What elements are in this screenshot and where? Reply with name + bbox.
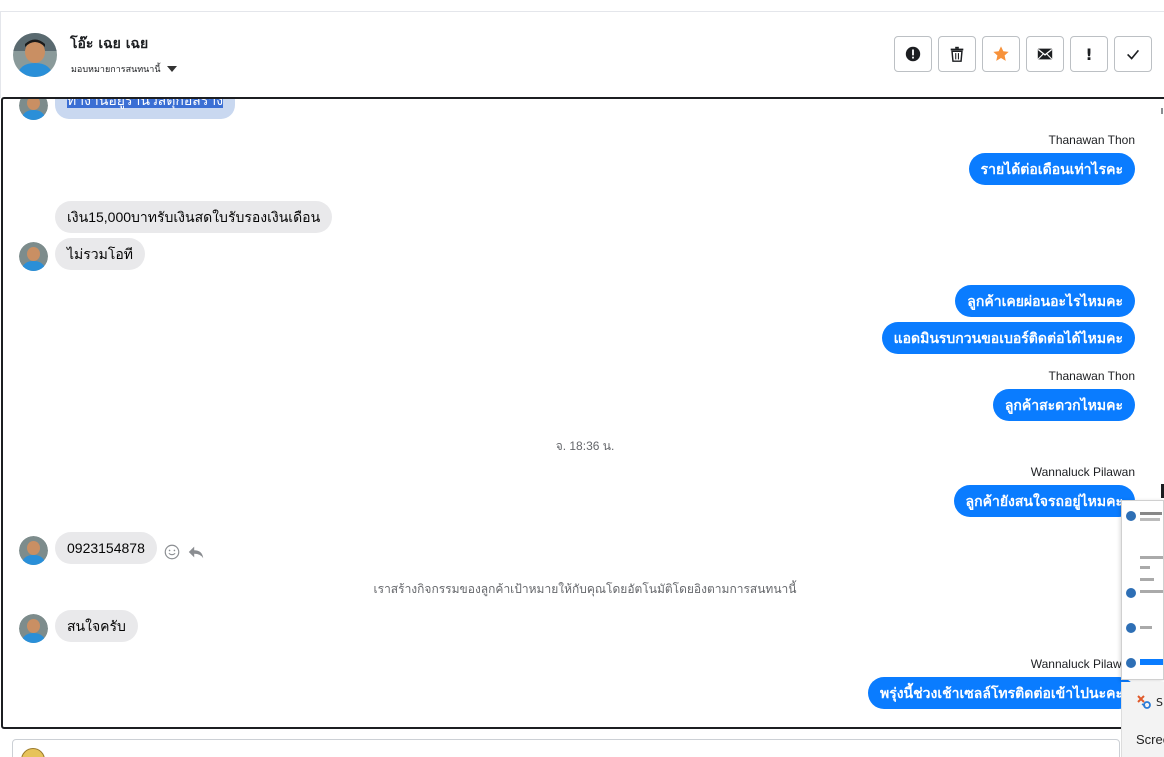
caret-down-icon <box>166 66 177 72</box>
snip-header: S <box>1136 694 1163 710</box>
checkmark-icon <box>1127 49 1140 60</box>
screenshot-preview-thumbnail[interactable] <box>1121 500 1164 680</box>
exclamation-icon: ! <box>1085 44 1093 64</box>
preview-line <box>1140 578 1154 581</box>
delete-button[interactable] <box>938 36 976 72</box>
message-hover-tools <box>163 543 205 561</box>
preview-avatar <box>1126 588 1136 598</box>
done-button[interactable] <box>1114 36 1152 72</box>
message-outgoing[interactable]: พรุ่งนี้ช่วงเช้าเซลล์โทรติดต่อเข้าไปนะคะ <box>867 677 1135 709</box>
snipping-tool-icon <box>1137 695 1151 709</box>
message-incoming-partial[interactable]: ทำงานอยู่ร้านวัสดุก่อสร้าง <box>55 99 236 119</box>
preview-line <box>1140 512 1162 515</box>
snip-label: S <box>1156 695 1163 709</box>
star-icon <box>993 46 1009 61</box>
preview-avatar <box>1126 658 1136 668</box>
timestamp-divider: จ. 18:36 น. <box>555 439 615 453</box>
mark-unread-button[interactable] <box>1026 36 1064 72</box>
message-outgoing[interactable]: ลูกค้ายังสนใจรถอยู่ไหมคะ <box>953 485 1135 517</box>
contact-avatar-small <box>19 242 48 271</box>
reply-icon[interactable] <box>187 543 205 561</box>
contact-name: โอ๊ะ เฉย เฉย <box>70 36 149 52</box>
assign-conversation-dropdown[interactable]: มอบหมายการสนทนานี้ <box>71 62 177 76</box>
sender-name: Wannaluck Pilawan <box>1030 465 1135 479</box>
preview-line <box>1140 518 1160 521</box>
trash-icon <box>950 46 964 62</box>
message-text: ทำงานอยู่ร้านวัสดุก่อสร้าง <box>67 99 224 108</box>
smiley-reaction-icon[interactable] <box>163 543 181 561</box>
conversation-header: โอ๊ะ เฉย เฉย มอบหมายการสนทนานี้ ! <box>0 12 1164 98</box>
message-thread[interactable]: ทำงานอยู่ร้านวัสดุก่อสร้าง Thanawan Thon… <box>1 97 1164 729</box>
scrollbar-mark <box>1161 108 1163 114</box>
snip-title: Scree <box>1136 732 1164 747</box>
sender-name: Thanawan Thon <box>1048 133 1135 147</box>
sender-name: Thanawan Thon <box>1048 369 1135 383</box>
preview-highlight <box>1140 659 1163 665</box>
mark-spam-button[interactable] <box>894 36 932 72</box>
action-toolbar: ! <box>894 36 1152 72</box>
message-outgoing[interactable]: แอดมินรบกวนขอเบอร์ติดต่อได้ไหมคะ <box>881 322 1135 354</box>
follow-up-button[interactable]: ! <box>1070 36 1108 72</box>
preview-avatar <box>1126 511 1136 521</box>
contact-avatar[interactable] <box>13 33 57 77</box>
message-composer[interactable] <box>12 739 1120 757</box>
conversation-view: โอ๊ะ เฉย เฉย มอบหมายการสนทนานี้ ! ทำงานอ… <box>0 0 1164 757</box>
preview-avatar <box>1126 623 1136 633</box>
message-incoming[interactable]: สนใจครับ <box>55 610 138 642</box>
envelope-icon <box>1037 48 1053 60</box>
message-outgoing[interactable]: ลูกค้าเคยผ่อนอะไรไหมคะ <box>955 285 1135 317</box>
message-outgoing[interactable]: รายได้ต่อเดือนเท่าไรคะ <box>968 153 1135 185</box>
contact-avatar-small <box>19 614 48 643</box>
message-incoming[interactable]: 0923154878 <box>55 532 157 564</box>
preview-line <box>1140 590 1163 593</box>
snipping-tool-panel: S Scree <box>1121 682 1164 757</box>
message-outgoing[interactable]: ลูกค้าสะดวกไหมคะ <box>992 389 1135 421</box>
preview-line <box>1140 626 1152 629</box>
star-button[interactable] <box>982 36 1020 72</box>
message-incoming[interactable]: ไม่รวมโอที <box>55 238 146 270</box>
preview-line <box>1140 556 1163 559</box>
message-incoming[interactable]: เงิน15,000บาทรับเงินสดใบรับรองเงินเดือน <box>55 201 333 233</box>
contact-avatar-small <box>19 99 48 120</box>
sender-name: Wannaluck Pilawan <box>1030 657 1135 671</box>
contact-avatar-small <box>19 536 48 565</box>
system-note: เราสร้างกิจกรรมของลูกค้าเป้าหมายให้กับคุ… <box>373 582 797 596</box>
preview-line <box>1140 566 1150 569</box>
page-avatar <box>21 748 45 757</box>
assign-label: มอบหมายการสนทนานี้ <box>71 65 161 75</box>
exclamation-circle-icon <box>905 46 921 62</box>
